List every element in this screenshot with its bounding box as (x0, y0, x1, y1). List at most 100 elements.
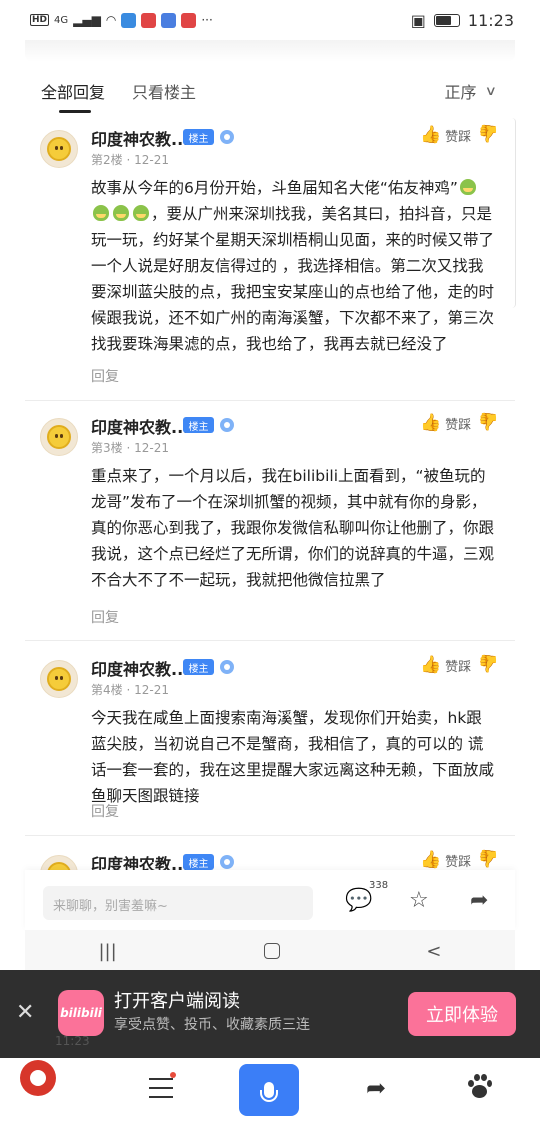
watermark-seal-icon (20, 1060, 56, 1096)
reply-button[interactable]: 回复 (91, 801, 119, 821)
comment-count: 338 (369, 880, 389, 891)
comment-icon[interactable]: 💬 (345, 888, 372, 913)
app-icon-3 (161, 12, 177, 28)
thumb-down-icon[interactable]: 👍 (478, 848, 499, 868)
divider (25, 390, 515, 400)
thumb-up-icon: 👍 (420, 125, 442, 145)
like-label: 赞踩 (445, 854, 472, 870)
owner-badge: 楼主 (183, 417, 214, 433)
menu-icon[interactable] (149, 1078, 173, 1098)
watermark-logo (6, 1058, 106, 1122)
avatar-face-icon (47, 667, 71, 691)
post-date: 12-21 (134, 441, 169, 455)
floor-label: 第2楼 (91, 153, 123, 167)
underlying-status-bar: 11:23 (0, 1032, 540, 1052)
paw-icon[interactable] (466, 1074, 492, 1100)
like-label: 赞踩 (445, 129, 472, 145)
thumb-down-icon[interactable]: 👍 (478, 653, 499, 673)
share-icon[interactable]: ➦ (470, 888, 488, 913)
avatar[interactable] (40, 660, 78, 698)
recent-apps-icon[interactable]: ||| (98, 941, 116, 962)
emoji-icon (93, 205, 109, 221)
status-bar: HD 4G ▂▄▆ ◠ ··· ▣ 11:23 (0, 0, 540, 40)
app-icon-1 (121, 12, 137, 28)
chevron-down-icon: ∨ (485, 83, 498, 99)
back-icon[interactable]: < (426, 941, 441, 962)
like-button[interactable]: 👍 赞踩 (420, 413, 471, 433)
like-button[interactable]: 👍 赞踩 (420, 850, 471, 870)
voice-search-button[interactable] (239, 1064, 299, 1116)
home-icon[interactable] (263, 943, 280, 959)
post-date: 12-21 (134, 153, 169, 167)
underlying-clock: 11:23 (55, 1034, 90, 1048)
owner-badge: 楼主 (183, 854, 214, 870)
username[interactable]: 印度神农教... (91, 656, 189, 680)
comment-input[interactable]: 来聊聊，别害羞嘛~ (43, 886, 313, 920)
avatar[interactable] (40, 418, 78, 456)
app-icon-4 (181, 12, 197, 28)
like-label: 赞踩 (445, 417, 472, 433)
hd-indicator: HD (30, 14, 50, 26)
post-meta: 第3楼 · 12-21 (91, 441, 169, 455)
verified-icon (220, 660, 234, 674)
emoji-icon (459, 179, 476, 195)
network-indicator: 4G (54, 14, 69, 26)
share-icon[interactable]: ➦ (366, 1074, 386, 1102)
reply-button[interactable]: 回复 (91, 366, 119, 386)
username[interactable]: 印度神农教... (91, 126, 189, 150)
like-button[interactable]: 👍 赞踩 (420, 655, 471, 675)
post-meta: 第2楼 · 12-21 (91, 153, 169, 167)
notification-dot (170, 1072, 176, 1078)
banner-title: 打开客户端阅读 (114, 991, 240, 1012)
avatar[interactable] (40, 130, 78, 168)
username[interactable]: 印度神农教... (91, 414, 189, 438)
bilibili-logo: bilibili (58, 990, 104, 1036)
signal-icon: ▂▄▆ (73, 13, 101, 27)
like-button[interactable]: 👍 赞踩 (420, 125, 471, 145)
browser-toolbar: ➦ (0, 1058, 540, 1122)
emoji-icon (133, 205, 149, 221)
like-label: 赞踩 (445, 659, 472, 675)
owner-badge: 楼主 (183, 659, 214, 675)
scroll-indicator (512, 118, 516, 308)
avatar-face-icon (47, 425, 71, 449)
divider (25, 825, 515, 835)
reply-tabs: 全部回复 只看楼主 正序 ∨ (0, 62, 540, 113)
tab-all-replies[interactable]: 全部回复 (41, 79, 105, 103)
open-app-banner: ✕ bilibili 打开客户端阅读 享受点赞、投币、收藏素质三连 立即体验 1… (0, 970, 540, 1058)
owner-badge: 楼主 (183, 129, 214, 145)
post-meta: 第4楼 · 12-21 (91, 683, 169, 697)
verified-icon (220, 130, 234, 144)
thumb-down-icon[interactable]: 👍 (478, 123, 499, 143)
clock: 11:23 (467, 10, 514, 30)
emoji-icon (113, 205, 129, 221)
nfc-icon: ▣ (410, 10, 426, 30)
close-icon[interactable]: ✕ (16, 1000, 34, 1025)
thumb-down-icon[interactable]: 👍 (478, 411, 499, 431)
verified-icon (220, 418, 234, 432)
tab-owner-only[interactable]: 只看楼主 (132, 79, 196, 103)
system-nav-bar: ||| < (25, 930, 515, 972)
post-text-a: 故事从今年的6月份开始，斗鱼届知名大佬“佑友神鸡” (91, 179, 458, 197)
verified-icon (220, 855, 234, 869)
screen: HD 4G ▂▄▆ ◠ ··· ▣ 11:23 全部回复 只看楼主 正序 ∨ 印… (0, 0, 540, 1122)
more-icon: ··· (201, 13, 213, 27)
active-tab-indicator (59, 110, 91, 113)
post-body: 今天我在咸鱼上面搜索南海溪蟹，发现你们开始卖，hk跟蓝尖肢，当初说自己不是蟹商，… (91, 709, 495, 805)
star-icon[interactable]: ☆ (409, 888, 429, 913)
post-body: 故事从今年的6月份开始，斗鱼届知名大佬“佑友神鸡” ，要从广州来深圳找我，美名其曰… (91, 175, 496, 357)
status-left: HD 4G ▂▄▆ ◠ ··· (30, 12, 213, 28)
mic-icon (260, 1082, 278, 1102)
try-now-button[interactable]: 立即体验 (408, 992, 516, 1036)
thumb-up-icon: 👍 (420, 413, 442, 433)
comment-bar: 来聊聊，别害羞嘛~ 💬 338 ☆ ➦ (25, 870, 515, 930)
post-body: 重点来了，一个月以后，我在bilibili上面看到，“被鱼玩的龙哥”发布了一个在… (91, 467, 495, 589)
status-right: ▣ 11:23 (411, 11, 514, 30)
wifi-icon: ◠ (105, 13, 117, 27)
sort-dropdown[interactable]: 正序 ∨ (444, 79, 498, 103)
reply-button[interactable]: 回复 (91, 607, 119, 627)
thumb-up-icon: 👍 (420, 850, 442, 870)
banner-subtitle: 享受点赞、投币、收藏素质三连 (114, 1017, 310, 1033)
sort-label: 正序 (444, 83, 477, 102)
floor-label: 第3楼 (91, 441, 123, 455)
